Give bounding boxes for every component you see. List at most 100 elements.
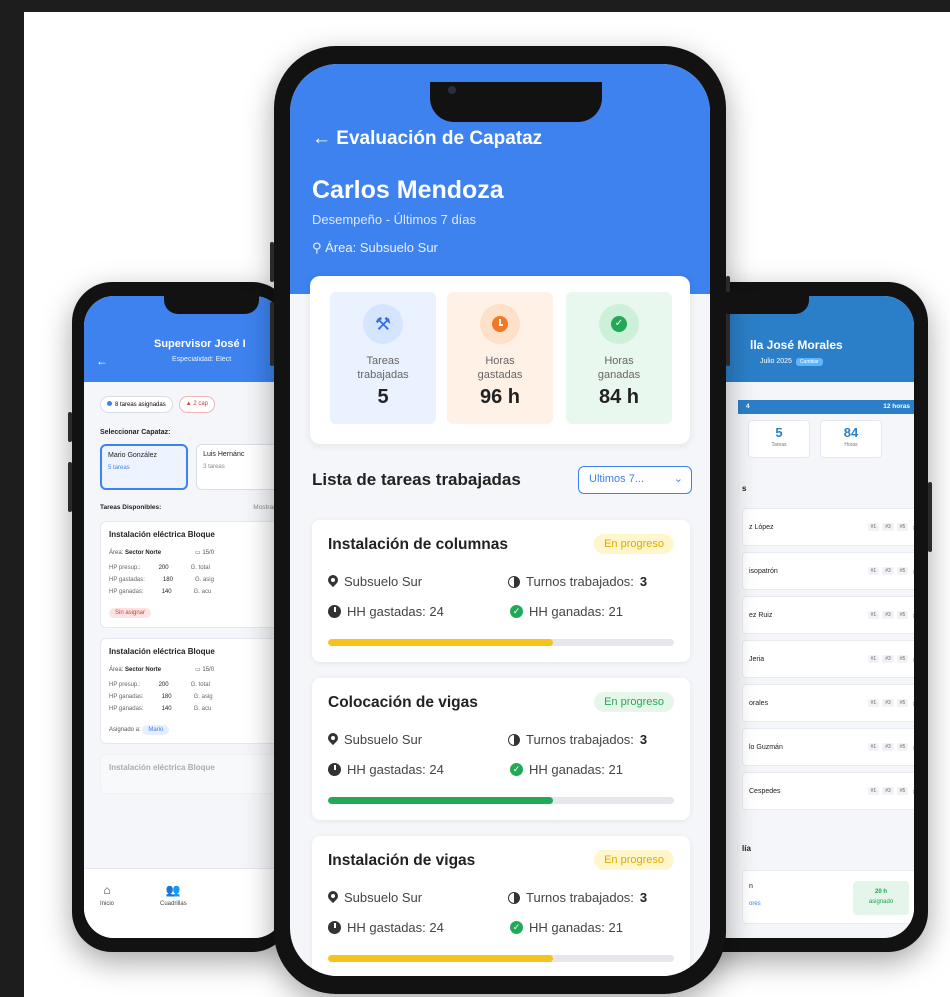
task-hh-spent: HH gastadas: 24 <box>328 920 444 935</box>
location-pin-icon <box>328 575 338 588</box>
area-label: Área: <box>109 667 124 673</box>
kv-value: 200 <box>158 682 169 688</box>
capataz-option-luis[interactable]: Luis Hernánc 3 tareas <box>196 444 284 490</box>
area-value: Sector Norte <box>125 550 162 556</box>
left-phone-notch <box>164 292 259 314</box>
task-card[interactable]: Instalación de vigas En progreso Subsuel… <box>312 836 690 976</box>
kv-right: G. asig <box>194 577 214 583</box>
assignment-card[interactable]: n ores 20 h asignado <box>742 870 914 924</box>
task-title: Colocación de vigas <box>328 694 478 711</box>
area-text: Área: Subsuelo Sur <box>325 240 438 255</box>
worker-row[interactable]: lo Guzmán #1#3#5› <box>742 728 914 766</box>
metric-label-line: Horas <box>485 355 515 367</box>
workers-section-title: s <box>742 484 747 493</box>
task-card-values: HP presup.: 200 G. total HP gastadas: 180 G.… <box>109 562 284 598</box>
dot-icon <box>107 401 112 406</box>
nav-cuadrillas[interactable]: 👥 Cuadrillas <box>160 883 187 938</box>
location-pin-icon <box>328 733 338 746</box>
capataz-name: Luis Hernánc <box>203 451 245 458</box>
cuadrilla-period: Julio 2025 Cambiar <box>760 358 823 366</box>
kv-right: G. acu <box>193 706 212 712</box>
stat-tareas: 5 Tareas <box>748 420 810 458</box>
worker-row[interactable]: isopatrón #1#3#5› <box>742 552 914 590</box>
canvas-background: ← Supervisor José I Especialidad: Elect … <box>24 12 950 997</box>
assigned-hours-pill: 20 h asignado <box>853 881 909 915</box>
check-circle-icon: ✓ <box>510 763 523 776</box>
progress-bar <box>328 639 674 646</box>
change-period-button[interactable]: Cambiar <box>795 358 823 366</box>
kv-value: 140 <box>161 589 172 595</box>
back-button[interactable]: ← Evaluación de Capataz <box>312 128 542 150</box>
bottom-nav: ⌂ Inicio 👥 Cuadrillas <box>84 868 284 938</box>
capataz-option-mario[interactable]: Mario González 5 tareas <box>100 444 189 490</box>
metric-horas-gastadas: Horas gastadas 96 h <box>447 292 553 424</box>
task-card[interactable]: Instalación de columnas En progreso Subs… <box>312 520 690 662</box>
chevron-right-icon: › <box>912 787 914 796</box>
shift-tag: #5 <box>896 787 909 795</box>
kv-right: G. total <box>190 682 210 688</box>
location-pin-icon: ⚲ <box>312 240 326 255</box>
shift-tag: #5 <box>896 743 909 751</box>
shift-tag: #5 <box>896 523 909 531</box>
shift-tags: #1 #3 #5 <box>867 787 909 795</box>
capataz-tasks: 3 tareas <box>203 464 225 470</box>
assigned-tasks-chip[interactable]: 8 tareas asignadas <box>100 396 173 413</box>
hh-earned-text: HH ganadas: 21 <box>529 604 623 619</box>
bottom-section-title: lía <box>742 844 751 853</box>
task-card-area: Área: Sector Norte ▭ 15/0 <box>109 549 284 556</box>
worker-row[interactable]: z López #1#3#5› <box>742 508 914 546</box>
task-shifts: Turnos trabajados: 3 <box>508 890 647 905</box>
shift-tag: #3 <box>882 611 894 619</box>
progress-fill <box>328 797 553 804</box>
left-phone: ← Supervisor José I Especialidad: Elect … <box>68 282 292 952</box>
back-arrow-icon[interactable]: ← <box>96 354 108 368</box>
shift-tags: #1 #3 #5 <box>867 743 909 751</box>
check-circle-icon: ✓ <box>510 921 523 934</box>
alert-chip[interactable]: ▲ 2 cap <box>178 396 215 413</box>
worker-row[interactable]: ez Ruiz #1#3#5› <box>742 596 914 634</box>
shift-tag: #5 <box>896 567 909 575</box>
hours-bar: 4 12 horas <box>738 400 914 414</box>
chips-row: 8 tareas asignadas ▲ 2 cap <box>84 382 284 413</box>
shift-tag: #3 <box>882 743 894 751</box>
hh-earned-text: HH ganadas: 21 <box>529 920 623 935</box>
assigned-row: Asignado a: Mario <box>109 725 284 735</box>
task-location: Subsuelo Sur <box>328 732 422 747</box>
center-phone-screen: ← Evaluación de Capataz Carlos Mendoza D… <box>290 64 710 976</box>
capataz-tasks: 5 tareas <box>108 465 130 471</box>
status-badge: En progreso <box>594 534 674 554</box>
metric-value: 5 <box>377 386 389 408</box>
task-card-faded[interactable]: Instalación eléctrica Bloque <box>100 754 284 794</box>
worker-name: isopatrón <box>749 567 778 575</box>
clock-icon <box>328 605 341 618</box>
shift-tag: #3 <box>882 699 894 707</box>
task-card[interactable]: Instalación eléctrica Bloque Área: Secto… <box>100 521 284 628</box>
period-text: Julio 2025 <box>760 358 792 365</box>
shift-tag: #3 <box>882 567 894 575</box>
kv-key: HP ganadas: <box>109 706 144 712</box>
worker-name: Jeria <box>749 655 765 663</box>
center-phone-mute-button <box>270 242 274 282</box>
assignment-card-link[interactable]: ores <box>749 901 761 907</box>
capataz-name: Mario González <box>108 452 158 459</box>
shifts-icon <box>508 733 520 746</box>
worker-row[interactable]: Jeria #1#3#5› <box>742 640 914 678</box>
period-filter-select[interactable]: Ultimos 7... ⌄ <box>578 466 692 494</box>
task-card-area: Área: Sector Norte ▭ 15/0 <box>109 666 284 673</box>
kv-value: 200 <box>158 565 169 571</box>
shift-tag: #1 <box>867 787 880 795</box>
worker-row[interactable]: orales #1#3#5› <box>742 684 914 722</box>
shift-tag: #1 <box>867 523 880 531</box>
shift-tag: #1 <box>867 743 880 751</box>
worker-name: Cespedes <box>749 787 781 795</box>
worker-row[interactable]: Cespedes #1#3#5› <box>742 772 914 810</box>
metric-label-line: gastadas <box>477 369 523 381</box>
task-card[interactable]: Colocación de vigas En progreso Subsuelo… <box>312 678 690 820</box>
available-tasks-label: Tareas Disponibles: <box>100 504 162 511</box>
nav-inicio[interactable]: ⌂ Inicio <box>100 883 114 938</box>
task-hh-earned: ✓ HH ganadas: 21 <box>510 762 623 777</box>
kv-key: HP presup.: <box>109 565 141 571</box>
task-card[interactable]: Instalación eléctrica Bloque Área: Secto… <box>100 638 284 744</box>
shifts-label: Turnos trabajados: <box>526 574 634 589</box>
kv-value: 180 <box>162 577 173 583</box>
